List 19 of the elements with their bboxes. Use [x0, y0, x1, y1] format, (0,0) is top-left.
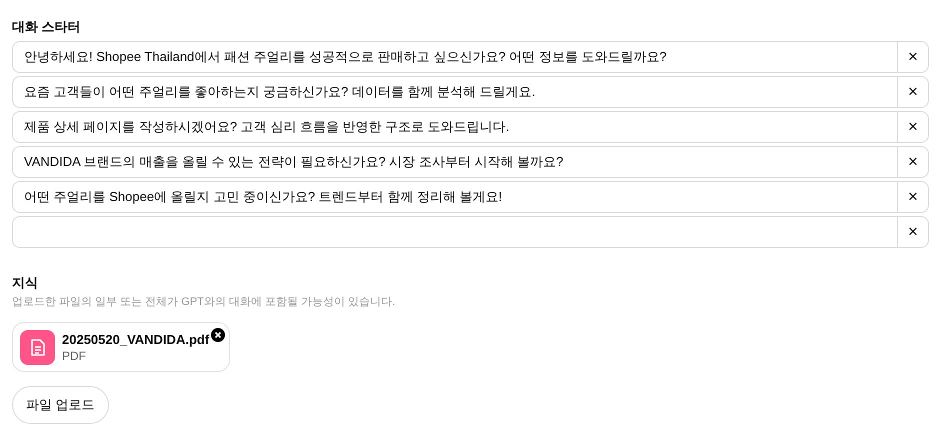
file-type: PDF: [62, 348, 87, 362]
starter-field[interactable]: [12, 216, 897, 248]
starter-field[interactable]: 제품 상세 페이지를 작성하시겠어요? 고객 심리 흐름을 반영한 구조로 도와드립니다.: [12, 111, 897, 143]
close-icon[interactable]: [211, 328, 226, 342]
description-text: 업로드한 파일의 일부 또는 전체가 GPT와의 대화에 포함될 가능성이 있습니다.: [12, 295, 396, 309]
section-title: 지식: [12, 274, 39, 290]
section-title: 대화 스타터: [12, 18, 82, 34]
starter-field[interactable]: VANDIDA 브랜드의 매출을 올릴 수 있는 전략이 필요하신가요? 시장 조사부터 시작해 볼까요?: [12, 146, 897, 178]
file-name: 20250520_VANDIDA.pdf: [62, 332, 210, 346]
starter-field[interactable]: 안녕하세요! Shopee Thailand에서 패션 주얼리를 성공적으로 판매하고 싶으신가요? 어떤 정보를 도와드릴까요?: [12, 41, 897, 73]
remove-button[interactable]: ×: [897, 146, 929, 178]
remove-button[interactable]: ×: [897, 181, 929, 213]
remove-button[interactable]: ×: [897, 111, 929, 143]
remove-button[interactable]: ×: [897, 76, 929, 108]
starter-field[interactable]: 어떤 주얼리를 Shopee에 올릴지 고민 중이신가요? 트렌드부터 함께 정리해 볼게요!: [12, 181, 897, 213]
upload-button[interactable]: 파일 업로드: [12, 386, 109, 424]
starter-field[interactable]: 요즘 고객들이 어떤 주얼리를 좋아하는지 궁금하신가요? 데이터를 함께 분석해 드릴게요.: [12, 76, 897, 108]
remove-button[interactable]: ×: [897, 216, 929, 248]
remove-button[interactable]: ×: [897, 41, 929, 73]
